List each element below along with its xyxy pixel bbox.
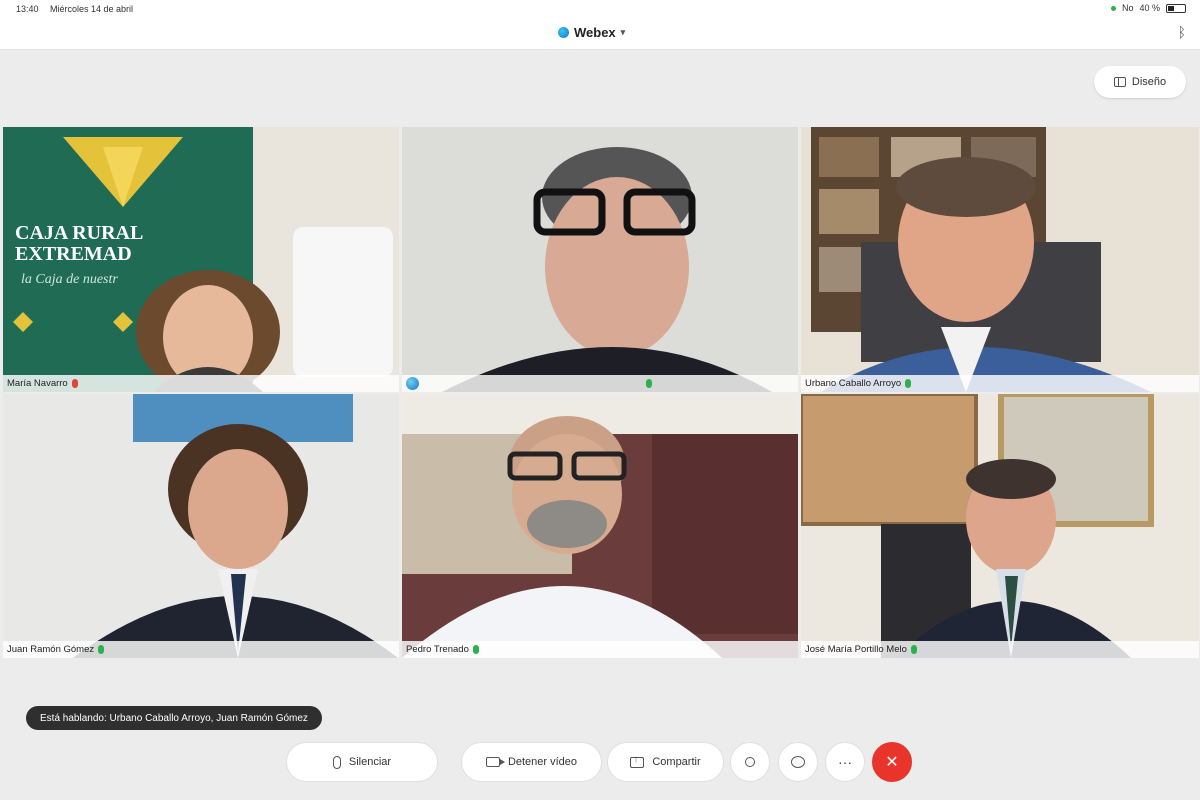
app-switcher[interactable]: Webex ▾ [558, 25, 625, 40]
mic-muted-icon [71, 379, 78, 388]
video-feed [801, 394, 1199, 658]
participant-name: Juan Ramón Gómez [7, 644, 95, 655]
participant-name: Urbano Caballo Arroyo [805, 378, 902, 389]
video-camera-icon [485, 757, 505, 767]
participants-button[interactable] [730, 742, 770, 782]
brand-text-line1: CAJA RURAL [15, 222, 143, 244]
video-tile-urbano-caballo-arroyo[interactable]: Urbano Caballo Arroyo [801, 127, 1199, 392]
microphone-icon [332, 755, 341, 769]
layout-button[interactable]: Diseño [1094, 66, 1186, 98]
close-icon: ✕ [885, 754, 899, 771]
battery-icon [1166, 3, 1186, 13]
camera-indicator-icon [1110, 5, 1116, 11]
status-time: 13:40 [16, 4, 39, 14]
stop-video-button-label: Detener vídeo [507, 756, 578, 768]
person-icon [745, 757, 755, 767]
title-bar: Webex ▾ ᛒ [0, 18, 1200, 50]
video-feed [402, 394, 798, 658]
video-feed [402, 127, 798, 392]
mute-button[interactable]: Silenciar [286, 742, 438, 782]
battery-percent: 40 % [1139, 3, 1160, 13]
participant-name: José María Portillo Melo [805, 644, 907, 655]
brand-tagline: la Caja de nuestr [21, 272, 118, 287]
share-icon [630, 754, 645, 768]
video-tile-maria-navarro[interactable]: CAJA RURAL EXTREMAD la Caja de nuestr Ma… [3, 127, 399, 392]
layout-icon [1113, 77, 1126, 87]
more-button[interactable]: ··· [825, 742, 865, 782]
video-tile-jose-maria-portillo-melo[interactable]: José María Portillo Melo [801, 394, 1199, 658]
mic-icon [910, 645, 917, 654]
mic-icon [472, 645, 479, 654]
mic-icon [98, 645, 105, 654]
call-controls: Silenciar Detener vídeo Compartir ··· ✕ [0, 742, 1200, 782]
layout-button-label: Diseño [1131, 76, 1167, 88]
participant-namebar: Juan Ramón Gómez [3, 641, 399, 658]
status-right: No 40 % [1110, 3, 1186, 13]
share-button[interactable]: Compartir [607, 742, 724, 782]
mic-icon [646, 379, 652, 388]
video-feed [801, 127, 1199, 392]
chat-button[interactable] [778, 742, 818, 782]
video-feed [3, 394, 399, 658]
mute-button-label: Silenciar [348, 756, 392, 768]
battery-fill [1168, 5, 1174, 11]
signal-text: No [1121, 3, 1134, 13]
participant-namebar: María Navarro [3, 375, 399, 392]
chevron-down-icon: ▾ [620, 27, 626, 37]
participant-name: María Navarro [7, 378, 68, 389]
participant-namebar: Urbano Caballo Arroyo [801, 375, 1199, 392]
video-tile-juan-ramon-gomez[interactable]: Juan Ramón Gómez [3, 394, 399, 658]
webex-avatar-icon [406, 377, 419, 390]
participant-namebar [402, 375, 798, 392]
brand-text-line2: EXTREMAD [15, 243, 132, 265]
video-tile-pedro-trenado[interactable]: Pedro Trenado [402, 394, 798, 658]
mic-icon [905, 379, 912, 388]
participant-namebar: Pedro Trenado [402, 641, 798, 658]
participant-name: Pedro Trenado [406, 644, 469, 655]
stop-video-button[interactable]: Detener vídeo [461, 742, 602, 782]
speaking-banner: Está hablando: Urbano Caballo Arroyo, Ju… [26, 706, 322, 730]
end-call-button[interactable]: ✕ [872, 742, 912, 782]
more-icon: ··· [838, 754, 852, 770]
status-date: Miércoles 14 de abril [50, 4, 134, 14]
video-tile-participant-2[interactable] [402, 127, 798, 392]
share-button-label: Compartir [652, 756, 701, 768]
bluetooth-icon[interactable]: ᛒ [1178, 24, 1186, 40]
video-feed: CAJA RURAL EXTREMAD la Caja de nuestr [3, 127, 399, 392]
chat-icon [791, 756, 805, 768]
webex-logo-icon [558, 27, 569, 38]
video-grid: CAJA RURAL EXTREMAD la Caja de nuestr Ma… [3, 127, 1199, 658]
participant-namebar: José María Portillo Melo [801, 641, 1199, 658]
status-bar: 13:40 Miércoles 14 de abril No 40 % [0, 0, 1200, 18]
app-name: Webex [574, 25, 616, 40]
